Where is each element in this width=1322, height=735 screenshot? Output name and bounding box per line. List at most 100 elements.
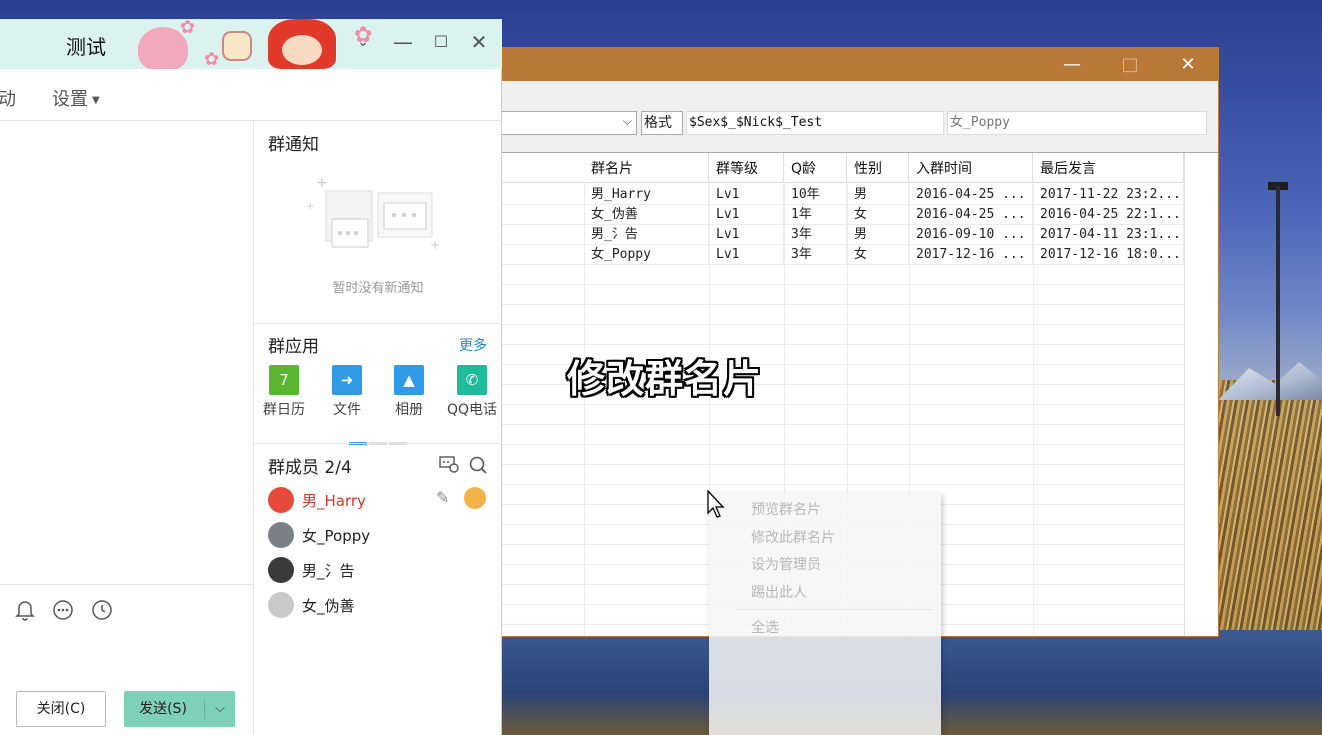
table-row[interactable]: 女_Poppy Lv1 3年 女 2017-12-16 ... 2017-12-…	[481, 245, 1218, 265]
close-button[interactable]: 关闭(C)	[16, 691, 106, 727]
maximize-icon[interactable]: ☐	[426, 27, 456, 57]
clock-history-icon[interactable]	[91, 599, 113, 621]
cell-level: Lv1	[709, 225, 784, 245]
app-qq-call[interactable]: ✆ QQ电话	[442, 365, 502, 419]
qq-group-chat-window: ✿ ✿ ✿ 测试 ⌄ — ☐ ✕ 动 设置 ▼ 关闭(C) 发送(S) ⌵ 群通…	[0, 19, 502, 735]
edit-pencil-icon[interactable]: ✎	[436, 488, 449, 507]
member-item[interactable]: 男_Harry ✎	[268, 485, 498, 515]
maximize-icon[interactable]: □	[1101, 48, 1159, 81]
format-input[interactable]: $Sex$_$Nick$_Test	[686, 111, 944, 135]
group-chat-manage-icon[interactable]	[438, 455, 460, 477]
table-scrollbar[interactable]	[1184, 153, 1218, 636]
app-label: 群日历	[263, 402, 305, 418]
minimize-icon[interactable]: —	[388, 27, 418, 57]
nav-item-label: 动	[0, 89, 16, 110]
cartoon-fox-face-icon	[282, 35, 322, 65]
cell-card: 女_伪善	[584, 205, 709, 225]
column-header[interactable]: 最后发言	[1033, 153, 1184, 183]
menu-item-edit-card[interactable]: 修改此群名片	[751, 527, 835, 547]
svg-text:+: +	[316, 177, 328, 191]
members-title: 群成员 2/4	[268, 458, 352, 478]
column-header[interactable]: 群名片	[584, 153, 709, 183]
table-header: 群名片 群等级 Q龄 性别 入群时间 最后发言	[481, 153, 1218, 183]
member-item[interactable]: 男_氵告	[268, 555, 498, 585]
avatar	[268, 487, 294, 513]
column-header[interactable]: 入群时间	[909, 153, 1033, 183]
close-icon[interactable]: ✕	[1159, 48, 1217, 81]
divider	[254, 323, 502, 324]
menu-item-select-all[interactable]: 全选	[751, 617, 779, 637]
qq-titlebar[interactable]: ✿ ✿ ✿ 测试 ⌄ — ☐ ✕	[0, 19, 502, 69]
avatar	[268, 557, 294, 583]
caret-down-icon: ▼	[92, 94, 100, 106]
app-toolbar: ⌵ 格式 $Sex$_$Nick$_Test 女_Poppy	[481, 108, 1218, 138]
cell-sex: 男	[847, 225, 909, 245]
cell-last-speak: 2017-12-16 18:0...	[1033, 245, 1184, 265]
desktop-wallpaper-pole	[1276, 186, 1280, 416]
cell-last-speak: 2017-04-11 23:1...	[1033, 225, 1184, 245]
phone-icon: ✆	[457, 365, 487, 395]
send-button[interactable]: 发送(S) ⌵	[124, 691, 235, 727]
search-icon[interactable]	[467, 455, 489, 477]
column-header[interactable]: 性别	[847, 153, 909, 183]
send-button-label: 发送(S)	[139, 701, 187, 717]
send-options-chevron-icon[interactable]: ⌵	[205, 691, 235, 727]
nav-item-label: 设置	[52, 89, 88, 110]
cell-sex: 女	[847, 205, 909, 225]
cell-level: Lv1	[709, 245, 784, 265]
app-label: 文件	[333, 402, 361, 418]
svg-text:+: +	[430, 238, 440, 252]
chevron-down-icon[interactable]: ⌄	[348, 27, 378, 57]
admin-avatar-icon	[464, 487, 486, 509]
app-page-indicator	[349, 433, 409, 449]
notice-title: 群通知	[268, 135, 319, 155]
divider	[254, 443, 502, 444]
notice-empty-text: 暂时没有新通知	[332, 281, 424, 296]
nav-item-settings[interactable]: 设置 ▼	[52, 85, 100, 111]
format-preview: 女_Poppy	[947, 111, 1207, 135]
format-label: 格式	[641, 111, 683, 135]
cell-sex: 女	[847, 245, 909, 265]
member-item[interactable]: 女_伪善	[268, 590, 498, 620]
cell-join-time: 2016-09-10 ...	[909, 225, 1033, 245]
menu-item-preview-card[interactable]: 预览群名片	[751, 499, 821, 519]
bell-icon[interactable]	[14, 599, 36, 621]
cell-sex: 男	[847, 185, 909, 205]
menu-item-kick[interactable]: 踢出此人	[751, 582, 807, 602]
menu-separator	[737, 609, 933, 610]
member-item[interactable]: 女_Poppy	[268, 520, 498, 550]
app-file[interactable]: ➜ 文件	[317, 365, 377, 419]
column-header[interactable]: Q龄	[784, 153, 847, 183]
cell-qage: 3年	[784, 245, 847, 265]
group-select[interactable]: ⌵	[481, 111, 637, 135]
nav-item-activity[interactable]: 动	[0, 85, 16, 111]
group-side-panel: 群通知 + + + 暂时没有新通知 群应用 更多 7 群日历 ➜ 文件 ▲ 相册	[254, 121, 502, 735]
cake-decoration-icon	[222, 31, 252, 61]
chevron-down-icon: ⌵	[622, 114, 632, 128]
apps-title: 群应用	[268, 337, 319, 357]
app-album[interactable]: ▲ 相册	[379, 365, 439, 419]
cell-qage: 10年	[784, 185, 847, 205]
minimize-icon[interactable]: —	[1043, 48, 1101, 81]
close-icon[interactable]: ✕	[464, 27, 494, 57]
table-row[interactable]: 男_氵告 Lv1 3年 男 2016-09-10 ... 2017-04-11 …	[481, 225, 1218, 245]
cell-level: Lv1	[709, 205, 784, 225]
flower-decoration-icon: ✿	[180, 19, 196, 38]
table-row[interactable]: 女_伪善 Lv1 1年 女 2016-04-25 ... 2016-04-25 …	[481, 205, 1218, 225]
calendar-day-number: 7	[279, 371, 289, 389]
app-label: QQ电话	[446, 402, 498, 418]
album-icon: ▲	[394, 365, 424, 395]
more-apps-link[interactable]: 更多	[459, 335, 487, 355]
app-titlebar[interactable]: — □ ✕	[481, 48, 1218, 81]
context-menu: 预览群名片 修改此群名片 设为管理员 踢出此人 全选	[709, 493, 941, 735]
column-header[interactable]: 群等级	[709, 153, 784, 183]
app-calendar[interactable]: 7 群日历	[254, 365, 314, 419]
avatar	[268, 592, 294, 618]
flower-decoration-icon: ✿	[204, 49, 220, 69]
chat-message-area[interactable]: 关闭(C) 发送(S) ⌵	[0, 121, 254, 735]
svg-text:+: +	[306, 201, 314, 212]
cell-card: 男_氵告	[584, 225, 709, 245]
menu-item-set-admin[interactable]: 设为管理员	[751, 554, 821, 574]
table-row[interactable]: 男_Harry Lv1 10年 男 2016-04-25 ... 2017-11…	[481, 185, 1218, 205]
more-options-icon[interactable]	[52, 599, 74, 621]
